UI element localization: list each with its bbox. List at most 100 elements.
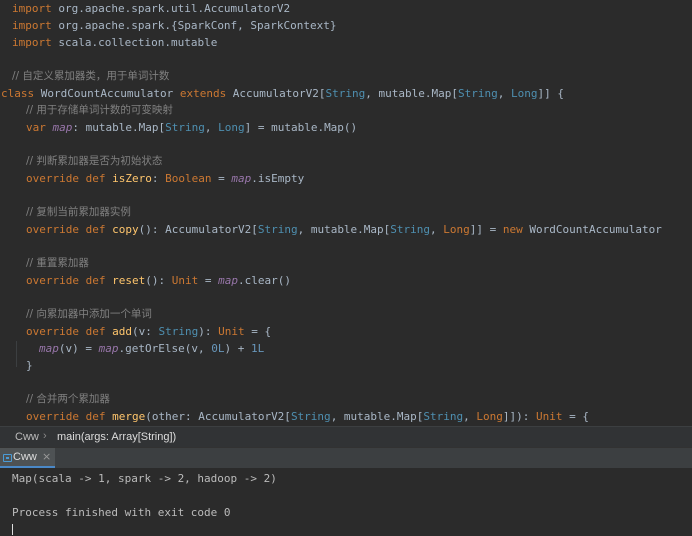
- code-comment[interactable]: // 自定义累加器类，用于单词计数: [12, 68, 169, 85]
- code-line-merge[interactable]: override def merge(other: AccumulatorV2[…: [26, 408, 589, 425]
- function-name: isZero: [112, 172, 152, 185]
- code-text: (v) =: [58, 342, 99, 355]
- code-text: ] = mutable.Map(): [244, 121, 358, 134]
- code-comment[interactable]: // 合并两个累加器: [26, 391, 110, 408]
- console-output-line: Map(scala -> 1, spark -> 2, hadoop -> 2): [12, 472, 277, 485]
- type-token: String: [325, 87, 366, 100]
- keyword-token: class: [1, 87, 35, 100]
- code-text: =: [211, 172, 232, 185]
- keyword-token: import: [12, 36, 52, 49]
- function-name: reset: [112, 274, 146, 287]
- code-line-2[interactable]: import org.apache.spark.{SparkConf, Spar…: [12, 17, 337, 34]
- code-text: ,: [463, 410, 477, 423]
- keyword-token: new: [502, 223, 523, 236]
- code-text: ]] =: [469, 223, 503, 236]
- type-token: String: [257, 223, 298, 236]
- code-text: org.apache.spark.{SparkConf, SparkContex…: [51, 19, 337, 32]
- code-line-var[interactable]: var map: mutable.Map[String, Long] = mut…: [26, 119, 357, 136]
- code-comment[interactable]: // 复制当前累加器实例: [26, 204, 131, 221]
- code-text: (other: AccumulatorV2[: [145, 410, 291, 423]
- run-tab-label: Cww: [13, 451, 37, 463]
- type-token: String: [390, 223, 431, 236]
- code-text: scala.collection.mutable: [51, 36, 218, 49]
- code-text: .getOrElse(v,: [118, 342, 212, 355]
- code-line-add[interactable]: override def add(v: String): Unit = {: [26, 323, 271, 340]
- code-text: =: [198, 274, 219, 287]
- code-text: .isEmpty: [251, 172, 305, 185]
- code-text: , mutable.Map[: [365, 87, 458, 100]
- type-token: String: [423, 410, 464, 423]
- code-comment[interactable]: // 重置累加器: [26, 255, 89, 272]
- keyword-token: override: [26, 325, 79, 338]
- keyword-token: def: [85, 274, 106, 287]
- keyword-token: override: [26, 223, 79, 236]
- code-comment[interactable]: // 判断累加器是否为初始状态: [26, 153, 162, 170]
- keyword-token: def: [85, 325, 106, 338]
- code-text: (v:: [131, 325, 159, 338]
- code-text: .clear(): [237, 274, 291, 287]
- keyword-token: def: [85, 172, 106, 185]
- keyword-token: import: [12, 2, 52, 15]
- class-name: WordCountAccumulator: [34, 87, 180, 100]
- code-text: = {: [244, 325, 272, 338]
- type-token: Unit: [218, 325, 245, 338]
- type-token: Boolean: [165, 172, 212, 185]
- type-token: Unit: [536, 410, 563, 423]
- type-token: Long: [511, 87, 538, 100]
- code-text: ,: [497, 87, 511, 100]
- code-text: ():: [145, 274, 172, 287]
- breadcrumb-object[interactable]: Cww: [15, 431, 39, 443]
- code-text: ):: [198, 325, 219, 338]
- code-line-class[interactable]: class WordCountAccumulator extends Accum…: [1, 85, 564, 102]
- number-token: 0L: [211, 342, 225, 355]
- run-tool-window-tabs: Cww ×: [0, 447, 692, 469]
- type-token: Unit: [171, 274, 199, 287]
- breadcrumb-method[interactable]: main(args: Array[String]): [57, 431, 176, 443]
- keyword-token: import: [12, 19, 52, 32]
- code-comment[interactable]: // 向累加器中添加一个单词: [26, 306, 152, 323]
- keyword-token: override: [26, 172, 79, 185]
- type-token: String: [290, 410, 331, 423]
- field-token: map: [231, 172, 252, 185]
- code-line-close-brace[interactable]: }: [26, 357, 33, 374]
- chevron-right-icon: ›: [43, 430, 47, 442]
- code-text: (): AccumulatorV2[: [138, 223, 258, 236]
- number-token: 1L: [250, 342, 265, 355]
- code-comment[interactable]: // 用于存储单词计数的可变映射: [26, 102, 173, 119]
- run-tab-cww[interactable]: Cww ×: [0, 448, 55, 468]
- keyword-token: def: [85, 410, 106, 423]
- type-token: Long: [218, 121, 245, 134]
- code-text: ]]):: [502, 410, 537, 423]
- code-line-copy[interactable]: override def copy(): AccumulatorV2[Strin…: [26, 221, 662, 238]
- code-line-1[interactable]: import org.apache.spark.util.Accumulator…: [12, 0, 290, 17]
- type-token: String: [158, 325, 199, 338]
- code-line-iszero[interactable]: override def isZero: Boolean = map.isEmp…: [26, 170, 304, 187]
- code-line-3[interactable]: import scala.collection.mutable: [12, 34, 217, 51]
- code-editor[interactable]: import org.apache.spark.util.Accumulator…: [0, 0, 692, 426]
- function-name: copy: [112, 223, 139, 236]
- code-line-map-update[interactable]: map(v) = map.getOrElse(v, 0L) + 1L: [39, 340, 264, 357]
- keyword-token: override: [26, 410, 79, 423]
- code-text: , mutable.Map[: [330, 410, 424, 423]
- code-line-reset[interactable]: override def reset(): Unit = map.clear(): [26, 272, 291, 289]
- code-text: ,: [204, 121, 219, 134]
- breadcrumb: Cww › main(args: Array[String]): [0, 426, 692, 448]
- code-text: ) +: [224, 342, 251, 355]
- code-text: , mutable.Map[: [297, 223, 391, 236]
- function-name: merge: [112, 410, 146, 423]
- console-icon: [3, 454, 12, 462]
- function-name: add: [112, 325, 132, 338]
- code-text: ]] {: [537, 87, 565, 100]
- indent-guide: [16, 341, 17, 367]
- close-icon[interactable]: ×: [42, 450, 51, 463]
- field-token: map: [98, 342, 119, 355]
- keyword-token: def: [85, 223, 106, 236]
- keyword-token: var: [26, 121, 46, 134]
- type-token: Long: [443, 223, 470, 236]
- run-console[interactable]: Map(scala -> 1, spark -> 2, hadoop -> 2)…: [0, 468, 692, 536]
- code-text: AccumulatorV2[: [226, 87, 326, 100]
